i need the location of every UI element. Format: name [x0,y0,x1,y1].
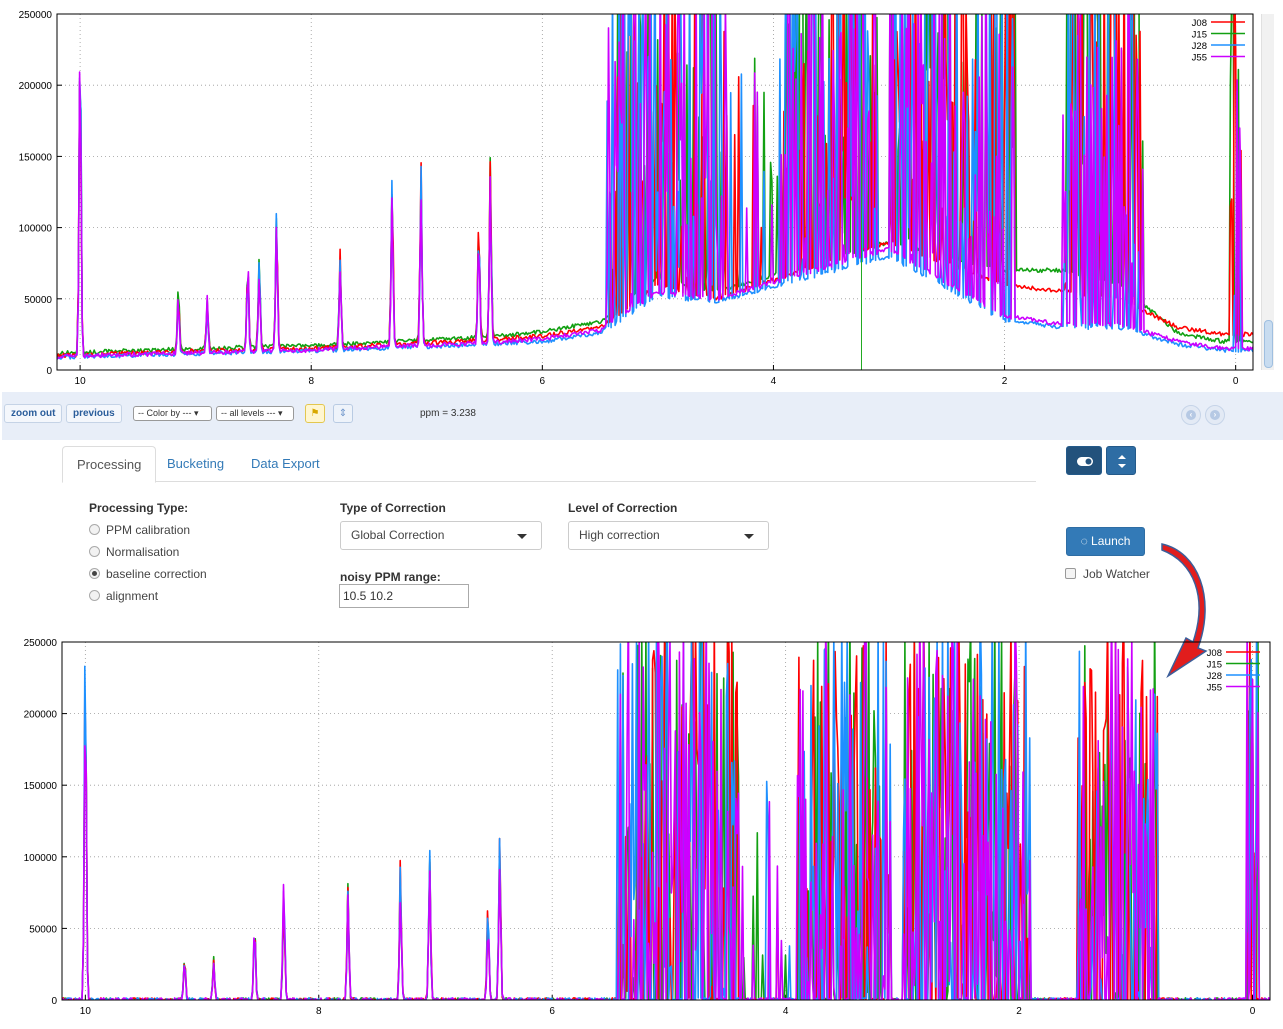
y-tick-label: 200000 [19,81,53,92]
legend-label: J55 [1207,683,1222,694]
level-of-correction-select[interactable]: High correction [568,521,769,550]
launch-button[interactable]: ◌ Launch [1066,527,1145,556]
type-of-correction-select[interactable]: Global Correction [340,521,542,550]
y-tick-label: 100000 [19,224,53,235]
legend-label: J08 [1192,18,1207,29]
spectrum-plot-top[interactable]: 10 8 6 4 2 0 0 50000 100000 150000 200000 250000 J08… [0,0,1283,392]
radio-label: alignment [106,589,159,603]
spectrum-chart-bottom[interactable]: 10 8 6 4 2 0 0 50000 100000 150000 200000 250000 J08… [0,634,1283,1024]
select-value: High correction [579,528,660,542]
y-tick-label: 100000 [24,853,58,864]
toggle-button[interactable] [1066,446,1102,475]
noisy-ppm-input[interactable]: 10.5 10.2 [339,584,469,608]
spinner-icon: ◌ [1080,534,1092,548]
sort-arrows-icon [1118,455,1126,468]
select-value: Global Correction [351,528,445,542]
launch-label: Launch [1091,534,1131,548]
levels-label: -- all levels --- [221,408,279,418]
nav-right-button[interactable]: › [1205,405,1225,425]
radio-button[interactable] [89,590,100,601]
chevron-left-icon: ‹ [1186,410,1196,420]
radio-baseline-correction[interactable]: baseline correction [89,566,207,582]
y-tick-label: 0 [51,996,57,1007]
levels-select[interactable]: -- all levels --- ▾ [216,406,294,421]
legend-label: J28 [1207,671,1222,682]
radio-alignment[interactable]: alignment [89,588,158,604]
y-tick-label: 250000 [24,638,58,649]
level-of-correction-label: Level of Correction [568,501,678,515]
dropdown-arrow-icon: ▾ [194,408,199,418]
y-tick-label: 250000 [19,10,53,21]
x-tick-label: 10 [75,376,87,387]
color-by-label: -- Color by --- [138,408,194,418]
x-tick-label: 2 [1016,1006,1022,1017]
radio-button[interactable] [89,546,100,557]
radio-label: baseline correction [106,567,207,581]
chevron-right-icon: › [1210,410,1220,420]
legend-label: J28 [1192,41,1207,52]
dropdown-arrow-icon: ▾ [278,408,283,418]
expand-collapse-button[interactable] [1106,446,1136,475]
type-of-correction-label: Type of Correction [340,501,446,515]
radio-ppm-calibration[interactable]: PPM calibration [89,522,190,538]
y-tick-label: 50000 [24,295,52,306]
tab-processing[interactable]: Processing [62,446,157,483]
chart-toolbar: zoom out previous -- Color by --- ▾ -- a… [2,392,1283,440]
color-by-select[interactable]: -- Color by --- ▾ [133,406,212,421]
y-tick-label: 50000 [29,924,57,935]
x-tick-label: 10 [80,1006,92,1017]
vertical-arrows-icon[interactable]: ⇕ [333,404,353,423]
chart-scrollbar[interactable] [1261,14,1274,370]
caret-down-icon [744,534,754,539]
y-tick-label: 200000 [24,710,58,721]
scrollbar-thumb[interactable] [1264,320,1273,368]
x-tick-label: 0 [1250,1006,1256,1017]
job-watcher-label: Job Watcher [1083,567,1150,581]
noisy-ppm-label: noisy PPM range: [340,570,441,584]
x-tick-label: 6 [540,376,546,387]
legend-label: J15 [1207,660,1222,671]
checkbox[interactable] [1065,568,1076,579]
x-tick-label: 0 [1233,376,1239,387]
nav-left-button[interactable]: ‹ [1181,405,1201,425]
y-tick-label: 150000 [24,781,58,792]
x-tick-label: 6 [549,1006,555,1017]
radio-button[interactable] [89,524,100,535]
toggle-icon [1077,457,1093,466]
x-tick-label: 2 [1002,376,1008,387]
tab-bar: Processing Bucketing Data Export [62,446,1036,483]
x-tick-label: 4 [783,1006,789,1017]
y-tick-label: 0 [46,366,52,377]
x-tick-label: 4 [771,376,777,387]
tab-bucketing[interactable]: Bucketing [153,446,238,482]
zoom-out-button[interactable]: zoom out [4,404,63,423]
spectrum-chart-top[interactable]: 10 8 6 4 2 0 0 50000 100000 150000 200000 250000 J08… [0,0,1283,392]
legend-label: J55 [1192,53,1207,64]
caret-down-icon [517,534,527,539]
radio-normalisation[interactable]: Normalisation [89,544,179,560]
x-tick-label: 8 [308,376,314,387]
job-watcher-checkbox[interactable]: Job Watcher [1065,567,1150,581]
radio-label: PPM calibration [106,523,191,537]
x-tick-label: 8 [316,1006,322,1017]
y-tick-label: 150000 [19,152,53,163]
previous-button[interactable]: previous [66,404,122,423]
tab-data-export[interactable]: Data Export [237,446,334,482]
ppm-readout: ppm = 3.238 [420,408,476,419]
processing-type-label: Processing Type: [89,501,189,515]
radio-button[interactable] [89,568,100,579]
legend-label: J15 [1192,30,1207,41]
legend-label: J08 [1207,648,1222,659]
flag-icon[interactable]: ⚑ [305,404,325,423]
radio-label: Normalisation [106,545,180,559]
spectrum-plot-bottom[interactable]: 10 8 6 4 2 0 0 50000 100000 150000 200000 250000 J08… [0,634,1283,1024]
